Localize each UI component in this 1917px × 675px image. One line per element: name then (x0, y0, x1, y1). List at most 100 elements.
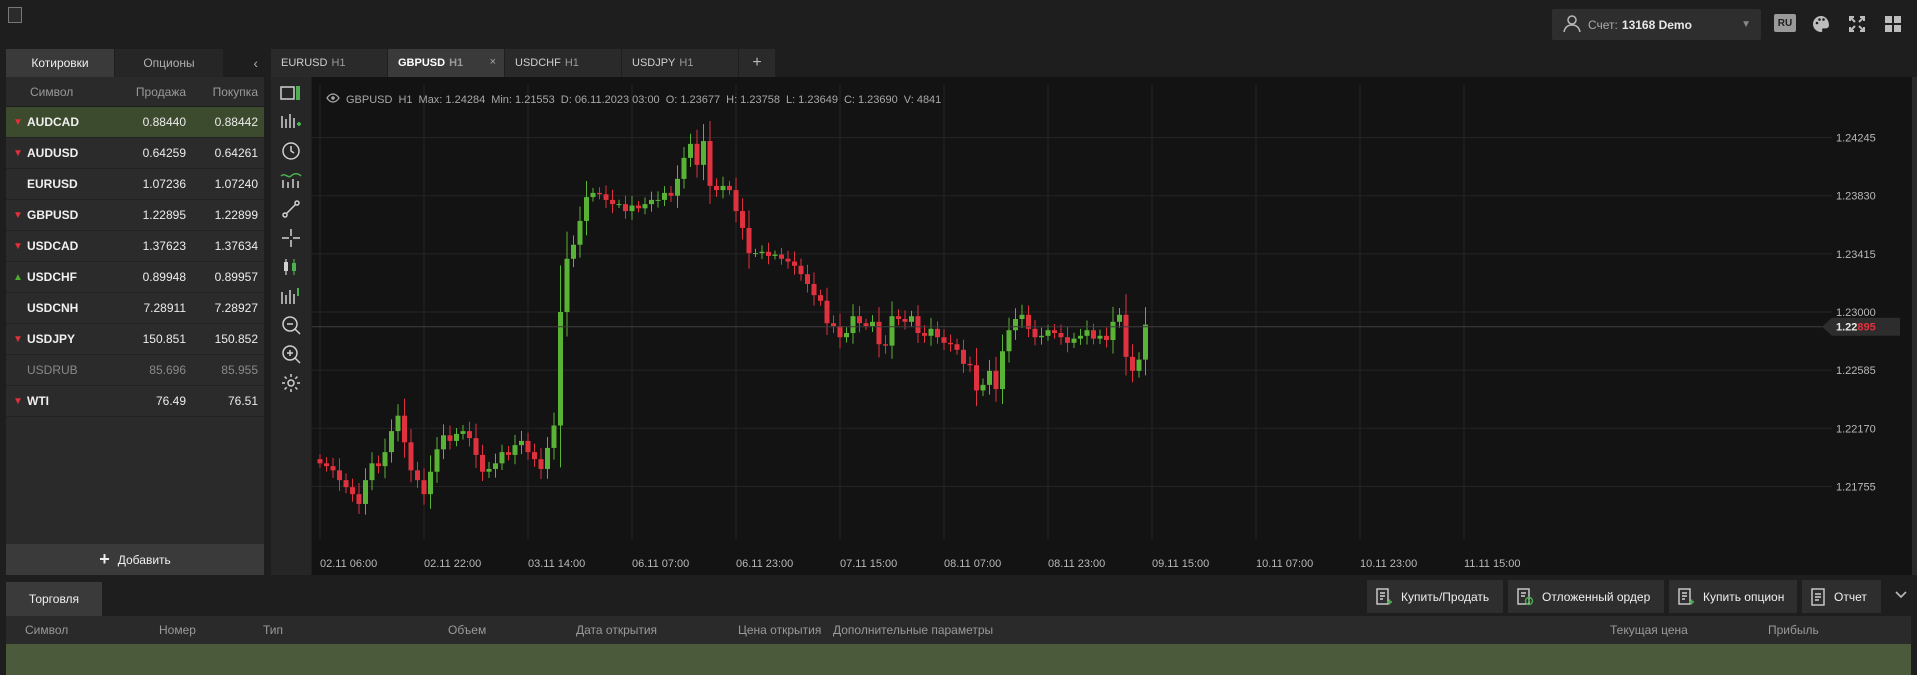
add-tab-button[interactable]: + (739, 49, 775, 77)
tab-usdjpy[interactable]: USDJPY H1 (622, 49, 738, 77)
quote-row-usdcnh[interactable]: USDCNH 7.28911 7.28927 (6, 293, 264, 324)
chart-scrollbar[interactable] (1912, 77, 1917, 575)
buy-option-label: Купить опцион (1703, 589, 1785, 604)
logo-image (8, 7, 22, 23)
quote-row-wti[interactable]: ▼ WTI 76.49 76.51 (6, 386, 264, 417)
x-tick-label: 08.11 07:00 (944, 558, 1001, 570)
palette-icon[interactable] (1810, 14, 1832, 34)
chevron-down-icon[interactable] (1895, 588, 1907, 602)
quote-row-gbpusd[interactable]: ▼ GBPUSD 1.22895 1.22899 (6, 200, 264, 231)
tab-eurusd[interactable]: EURUSD H1 (271, 49, 387, 77)
x-tick-label: 09.11 15:00 (1152, 558, 1209, 570)
candle-body (1000, 351, 1005, 390)
candle-body (460, 431, 466, 434)
candle-body (798, 265, 804, 275)
quote-symbol: ▲ USDCHF (6, 270, 106, 284)
indicators-icon[interactable] (279, 110, 303, 134)
crosshair-icon[interactable] (279, 226, 303, 250)
report-icon (1810, 587, 1826, 607)
volume-icon[interactable] (279, 284, 303, 308)
y-tick-label: 1.22170 (1836, 423, 1876, 435)
candle-body (558, 312, 563, 426)
quotes-header: Символ Продажа Покупка (6, 77, 264, 107)
tab-trading[interactable]: Торговля (6, 582, 102, 616)
candle-body (590, 192, 596, 198)
quote-symbol-text: USDCAD (27, 239, 79, 253)
arrow-down-icon: ▼ (13, 116, 23, 128)
col-buy: Покупка (212, 84, 258, 99)
candle-body (850, 316, 856, 334)
x-tick-label: 03.11 14:00 (528, 558, 585, 570)
quote-row-usdrub[interactable]: USDRUB 85.696 85.955 (6, 355, 264, 386)
quote-row-eurusd[interactable]: EURUSD 1.07236 1.07240 (6, 169, 264, 200)
pending-order-button[interactable]: Отложенный ордер (1508, 580, 1664, 613)
add-symbol-button[interactable]: + Добавить (6, 544, 264, 575)
buy-sell-button[interactable]: Купить/Продать (1367, 580, 1503, 613)
tab-symbol: EURUSD (281, 57, 328, 69)
candle-body (532, 452, 537, 460)
candle-body (766, 251, 771, 256)
report-button[interactable]: Отчет (1802, 580, 1881, 613)
indicator-wave-icon[interactable] (279, 168, 303, 192)
quote-sell: 85.696 (149, 363, 186, 377)
quote-symbol: EURUSD (6, 177, 106, 191)
candle-body (1117, 314, 1122, 322)
fullscreen-icon[interactable] (1846, 14, 1868, 34)
trendline-icon[interactable] (279, 197, 303, 221)
candle-body (909, 316, 914, 322)
info-timeframe: H1 (398, 93, 413, 106)
pending-clock-icon (1516, 587, 1534, 607)
plus-icon: + (99, 549, 110, 569)
quote-symbol: ▼ USDCAD (6, 239, 106, 253)
price-chart[interactable]: 1.242451.238301.234151.230001.225851.221… (312, 77, 1912, 575)
zoom-out-icon[interactable] (279, 313, 303, 337)
tab-options[interactable]: Опционы (115, 49, 223, 77)
quote-sell: 1.07236 (142, 177, 186, 191)
candle-body (1006, 330, 1012, 352)
quote-row-usdjpy[interactable]: ▼ USDJPY 150.851 150.852 (6, 324, 264, 355)
col-current-price: Текущая цена (1610, 623, 1688, 637)
quote-row-audcad[interactable]: ▼ AUDCAD 0.88440 0.88442 (6, 107, 264, 138)
quote-symbol: ▼ GBPUSD (6, 208, 106, 222)
quote-sell: 150.851 (142, 332, 186, 346)
quote-row-usdcad[interactable]: ▼ USDCAD 1.37623 1.37634 (6, 231, 264, 262)
language-button[interactable]: RU (1774, 14, 1796, 32)
candle-body (935, 328, 940, 338)
candle-body (564, 258, 570, 312)
candle-body (863, 323, 869, 327)
candle-body (857, 316, 862, 324)
candle-body (1143, 324, 1148, 360)
candle-body (454, 433, 459, 441)
current-price-label: 1.22895 (1836, 322, 1876, 334)
tab-timeframe: H1 (331, 57, 346, 69)
collapse-panel-icon[interactable]: ‹ (253, 55, 258, 71)
tab-quotes[interactable]: Котировки (6, 49, 114, 77)
account-selector[interactable]: Счет: 13168 Demo ▼ (1552, 9, 1761, 40)
close-tab-icon[interactable]: × (490, 56, 496, 68)
buy-option-button[interactable]: Купить опцион (1669, 580, 1797, 613)
x-tick-label: 10.11 23:00 (1360, 558, 1417, 570)
zoom-in-icon[interactable] (279, 342, 303, 366)
tab-usdchf[interactable]: USDCHF H1 (505, 49, 621, 77)
arrow-down-icon: ▼ (13, 209, 23, 221)
eye-icon[interactable] (326, 93, 340, 106)
quote-row-usdchf[interactable]: ▲ USDCHF 0.89948 0.89957 (6, 262, 264, 293)
candle-body (408, 442, 414, 471)
settings-gear-icon[interactable] (279, 371, 303, 395)
quote-row-audusd[interactable]: ▼ AUDUSD 0.64259 0.64261 (6, 138, 264, 169)
quote-symbol: USDCNH (6, 301, 106, 315)
col-number: Номер (159, 623, 196, 637)
chart-type-icon[interactable] (279, 81, 303, 105)
timeframe-clock-icon[interactable] (279, 139, 303, 163)
candle-body (720, 185, 726, 191)
candle-body (434, 449, 440, 472)
candle-body (805, 274, 810, 284)
candle-body (486, 468, 492, 472)
candle-body (967, 363, 973, 366)
chart-area[interactable]: 1.24245 1.23830 1.23415 1.23000 1.22585 1.221… (312, 77, 1912, 575)
candles-icon[interactable] (279, 255, 303, 279)
layout-grid-icon[interactable] (1882, 14, 1904, 34)
tab-gbpusd[interactable]: GBPUSD H1 × (388, 49, 504, 77)
candle-body (948, 342, 953, 345)
quote-buy: 85.955 (221, 363, 258, 377)
